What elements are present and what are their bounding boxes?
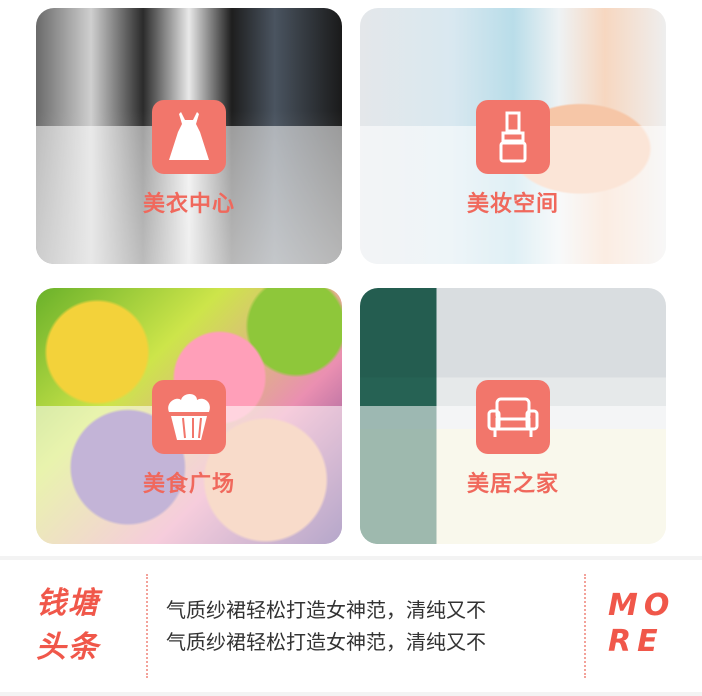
armchair-icon	[476, 380, 550, 454]
category-tile-food[interactable]: 美食广场	[36, 288, 342, 544]
more-button[interactable]: MO RE	[608, 588, 675, 660]
category-label: 美食广场	[142, 472, 235, 497]
cupcake-icon	[152, 380, 226, 454]
news-item[interactable]: 气质纱裙轻松打造女神范，清纯又不	[166, 626, 486, 658]
category-tile-beauty[interactable]: 美妆空间	[360, 8, 666, 264]
category-label: 美居之家	[466, 472, 559, 497]
headline-news-bar[interactable]: 钱塘 头条 气质纱裙轻松打造女神范，清纯又不 气质纱裙轻松打造女神范，清纯又不 …	[0, 560, 702, 692]
category-tile-home[interactable]: 美居之家	[360, 288, 666, 544]
category-tile-fashion[interactable]: 美衣中心	[36, 8, 342, 264]
dress-icon	[152, 100, 226, 174]
category-grid: 美衣中心 美妆空间 美食广场 美居之家	[0, 0, 702, 556]
news-brand-title: 钱塘 头条	[36, 586, 100, 665]
divider	[146, 574, 148, 678]
lipstick-icon	[476, 100, 550, 174]
news-ticker[interactable]: 气质纱裙轻松打造女神范，清纯又不 气质纱裙轻松打造女神范，清纯又不	[166, 594, 486, 658]
news-item[interactable]: 气质纱裙轻松打造女神范，清纯又不	[166, 594, 486, 626]
category-label: 美妆空间	[466, 192, 559, 217]
category-label: 美衣中心	[142, 192, 235, 217]
divider	[584, 574, 586, 678]
